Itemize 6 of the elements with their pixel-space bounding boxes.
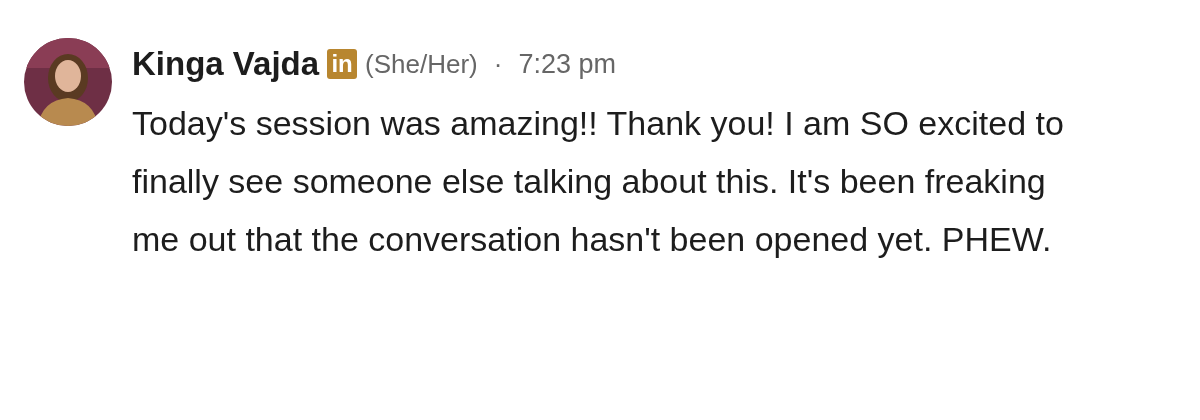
author-name[interactable]: Kinga Vajda [132,39,320,89]
linkedin-badge: in [327,49,358,79]
pronouns: (She/Her) [365,47,478,81]
message-text: Today's session was amazing!! Thank you! I am SO excited to finally see someone else talking about this. It's been freaking me out that the conversation hasn't been opened yet. PHEW. [132,103,1065,260]
separator-dot: · [493,47,503,81]
message-time: 7:23 pm [518,47,616,81]
